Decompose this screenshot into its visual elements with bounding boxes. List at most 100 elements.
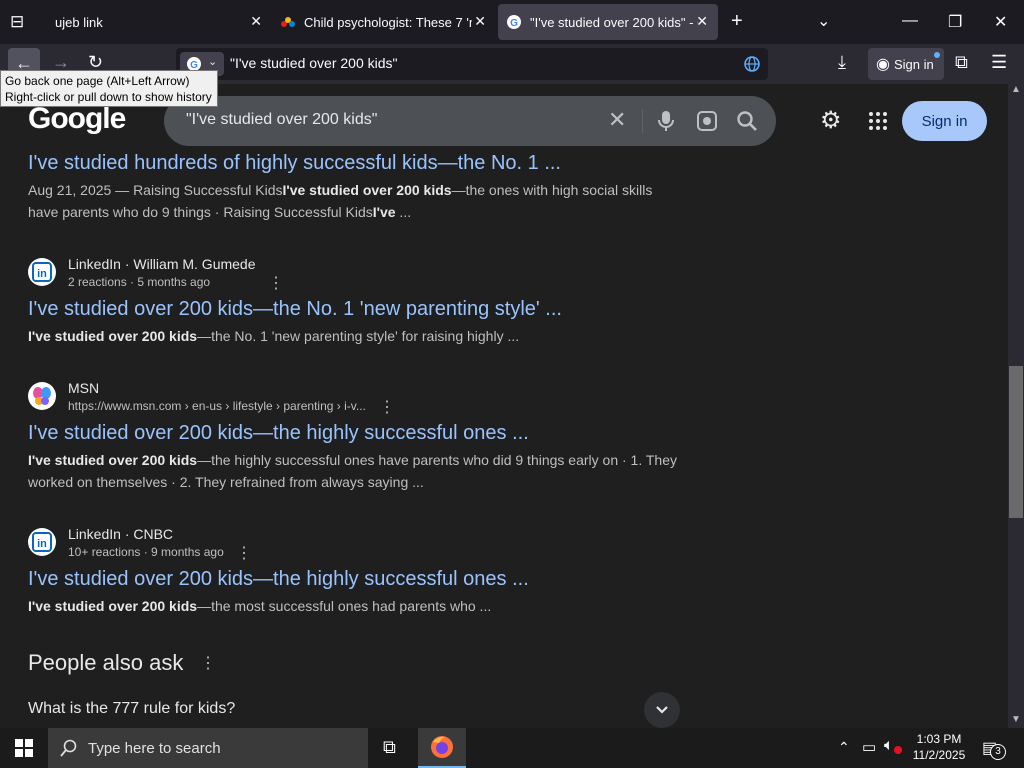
tab-ujeb-link[interactable]: ujeb link ✕ xyxy=(44,4,272,40)
snippet-text: Aug 21, 2025 — Raising Successful Kids xyxy=(28,182,283,198)
search-box[interactable]: "I've studied over 200 kids" ✕ xyxy=(164,96,776,146)
snippet-bold: I've studied over 200 kids xyxy=(282,182,452,198)
firefox-icon xyxy=(431,736,453,758)
apps-grid-icon[interactable] xyxy=(868,111,888,131)
show-hidden-icons-icon[interactable]: ⌃ xyxy=(838,739,850,756)
svg-text:in: in xyxy=(37,538,47,550)
account-icon: ◉ xyxy=(876,56,890,73)
tooltip-line: Go back one page (Alt+Left Arrow) xyxy=(5,74,190,88)
result-snippet: I've studied over 200 kids—the highly su… xyxy=(28,449,688,493)
windows-start-icon[interactable] xyxy=(15,739,33,757)
page-scrollbar[interactable]: ▲ ▼ xyxy=(1008,84,1024,728)
notification-count: 3 xyxy=(990,744,1006,760)
linkedin-icon: in xyxy=(32,262,52,282)
clear-icon[interactable]: ✕ xyxy=(608,107,626,133)
scroll-down-icon[interactable]: ▼ xyxy=(1011,714,1021,725)
close-tab-icon[interactable]: ✕ xyxy=(250,13,262,30)
settings-gear-icon[interactable]: ⚙ xyxy=(820,106,842,135)
sign-in-label: Sign in xyxy=(893,56,934,72)
volume-muted-icon[interactable]: 🔈︎ xyxy=(884,737,894,755)
windows-taskbar: Type here to search ⧉ ⌃ ▭ 🔈︎ 1:03 PM 11/… xyxy=(0,728,1024,768)
clock-time: 1:03 PM xyxy=(916,732,962,746)
firefox-account-button[interactable]: ◉ Sign in xyxy=(868,48,944,80)
tab-title: ujeb link xyxy=(55,14,103,30)
search-icon[interactable] xyxy=(736,110,758,132)
menu-icon[interactable]: ☰ xyxy=(991,52,1007,73)
tab-google-search[interactable]: G "I've studied over 200 kids" - Go ✕ xyxy=(498,4,718,40)
taskbar-search-box[interactable]: Type here to search xyxy=(48,728,368,768)
linkedin-icon: in xyxy=(32,532,52,552)
more-options-icon[interactable]: ⋮ xyxy=(200,653,216,673)
chevron-down-icon[interactable]: ⌄ xyxy=(817,11,830,31)
result-source-url[interactable]: https://www.msn.com › en-us › lifestyle … xyxy=(68,399,366,413)
snippet-text: —the No. 1 'new parenting style' for rai… xyxy=(197,328,520,344)
google-favicon-icon: G xyxy=(507,15,521,29)
taskbar-search-placeholder: Type here to search xyxy=(88,739,221,757)
more-options-icon[interactable]: ⋮ xyxy=(268,273,284,293)
scroll-thumb[interactable] xyxy=(1009,366,1023,518)
clock-date: 11/2/2025 xyxy=(912,748,966,762)
result-source-name[interactable]: LinkedIn · CNBC xyxy=(68,526,173,542)
notification-dot xyxy=(934,52,940,58)
result-snippet: I've studied over 200 kids—the most succ… xyxy=(28,595,688,617)
tab-list-icon[interactable]: ⊟ xyxy=(10,12,24,32)
linkedin-source-icon[interactable]: in xyxy=(28,528,56,556)
search-icon xyxy=(60,739,77,757)
snippet-bold: I've studied over 200 kids xyxy=(28,328,198,344)
tab-bar: ⊟ ujeb link ✕ Child psychologist: These … xyxy=(0,0,1024,44)
notifications-button[interactable]: ▤ 3 xyxy=(982,738,1006,760)
more-options-icon[interactable]: ⋮ xyxy=(236,543,252,563)
extensions-icon[interactable]: ⧉ xyxy=(955,52,968,73)
network-icon[interactable]: ▭ xyxy=(862,738,876,756)
snippet-text: —the most successful ones had parents wh… xyxy=(197,598,492,614)
people-also-ask-heading: People also ask xyxy=(28,650,184,675)
paa-question[interactable]: What is the 777 rule for kids? xyxy=(28,700,235,718)
result-title-link[interactable]: I've studied over 200 kids—the highly su… xyxy=(28,422,529,445)
close-tab-icon[interactable]: ✕ xyxy=(474,13,486,30)
google-sign-in-button[interactable]: Sign in xyxy=(902,101,987,141)
snippet-bold: I've studied over 200 kids xyxy=(28,598,198,614)
tab-title: "I've studied over 200 kids" - Go xyxy=(530,14,698,30)
microphone-icon[interactable] xyxy=(656,109,676,133)
snippet-bold: I've studied over 200 kids xyxy=(28,452,198,468)
result-source-meta: 2 reactions · 5 months ago xyxy=(68,275,211,289)
browser-window: ⊟ ujeb link ✕ Child psychologist: These … xyxy=(0,0,1024,768)
tab-title: Child psychologist: These 7 'ma xyxy=(304,14,472,30)
tooltip-line: Right-click or pull down to show history xyxy=(5,90,212,104)
task-view-icon[interactable]: ⧉ xyxy=(383,737,396,758)
result-title-link[interactable]: I've studied over 200 kids—the No. 1 'ne… xyxy=(28,298,562,321)
nbc-favicon-icon xyxy=(281,17,295,27)
download-icon[interactable]: ⤓ xyxy=(838,52,846,73)
result-title-link[interactable]: I've studied over 200 kids—the highly su… xyxy=(28,568,529,591)
google-logo[interactable]: Google xyxy=(28,102,126,136)
more-options-icon[interactable]: ⋮ xyxy=(379,397,395,417)
search-results: I've studied hundreds of highly successf… xyxy=(0,154,1008,728)
expand-question-button[interactable] xyxy=(644,692,680,728)
minimize-icon[interactable]: — xyxy=(902,12,918,30)
tab-child-psychologist[interactable]: Child psychologist: These 7 'ma ✕ xyxy=(272,4,496,40)
camera-lens-icon[interactable] xyxy=(695,109,719,133)
muted-badge xyxy=(894,746,902,754)
taskbar-firefox-button[interactable] xyxy=(418,728,466,768)
taskbar-clock[interactable]: 1:03 PM 11/2/2025 xyxy=(904,731,974,763)
msn-source-icon[interactable] xyxy=(28,382,56,410)
maximize-icon[interactable]: ❐ xyxy=(948,12,962,32)
close-tab-icon[interactable]: ✕ xyxy=(696,13,708,30)
result-snippet: Aug 21, 2025 — Raising Successful KidsI'… xyxy=(28,179,668,223)
back-button-tooltip: Go back one page (Alt+Left Arrow) Right-… xyxy=(0,70,218,107)
result-title-link[interactable]: I've studied hundreds of highly successf… xyxy=(28,154,561,175)
snippet-bold: I've xyxy=(372,204,396,220)
close-window-icon[interactable]: ✕ xyxy=(994,12,1007,32)
url-bar[interactable]: G ⌄ "I've studied over 200 kids" xyxy=(176,48,768,80)
result-source-name[interactable]: MSN xyxy=(68,380,99,396)
chevron-down-icon xyxy=(656,706,668,714)
new-tab-icon[interactable]: + xyxy=(731,10,743,33)
result-snippet: I've studied over 200 kids—the No. 1 'ne… xyxy=(28,325,688,347)
svg-text:G: G xyxy=(510,18,518,29)
result-source-name[interactable]: LinkedIn · William M. Gumede xyxy=(68,256,256,272)
url-text[interactable]: "I've studied over 200 kids" xyxy=(230,55,397,71)
translate-globe-icon[interactable] xyxy=(743,55,761,73)
search-query[interactable]: "I've studied over 200 kids" xyxy=(186,111,377,129)
scroll-up-icon[interactable]: ▲ xyxy=(1011,84,1021,95)
linkedin-source-icon[interactable]: in xyxy=(28,258,56,286)
